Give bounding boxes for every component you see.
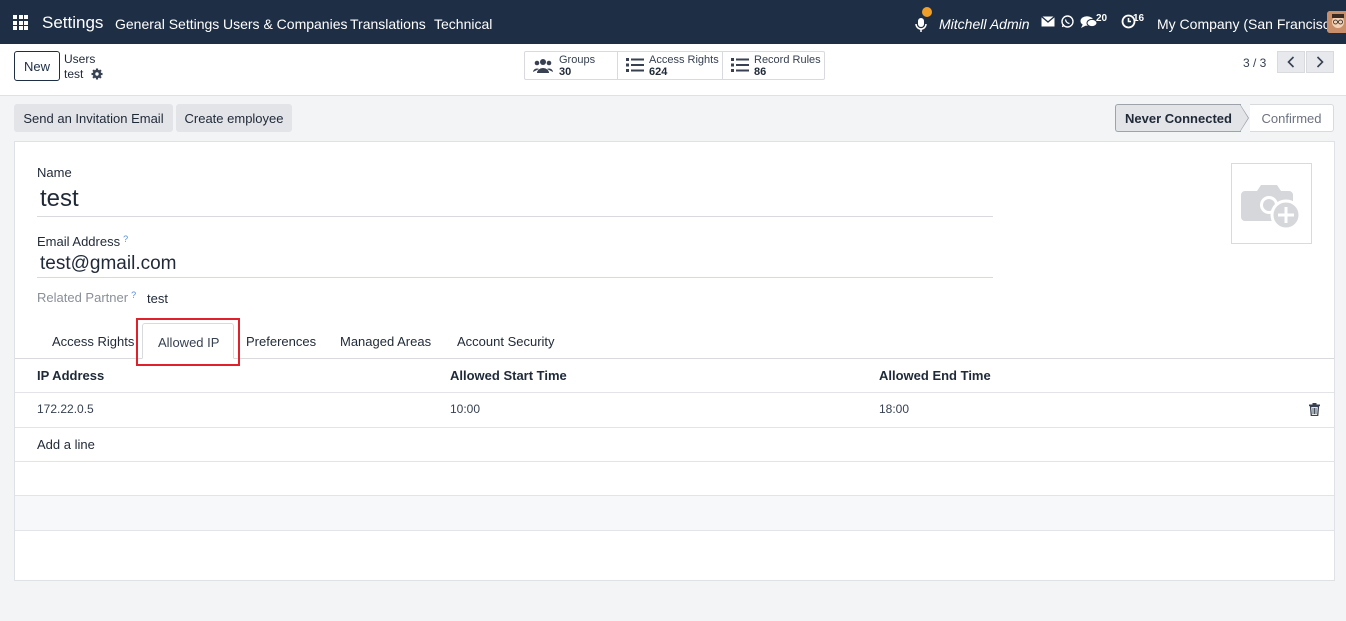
user-photo-upload[interactable] [1231,163,1312,244]
pager-previous-button[interactable] [1277,51,1305,73]
user-avatar[interactable] [1327,11,1346,33]
smart-button-groups[interactable]: Groups 30 [525,52,618,79]
users-icon [533,59,553,73]
app-title[interactable]: Settings [42,13,103,33]
tab-managed-areas[interactable]: Managed Areas [340,334,431,349]
smart-button-record-rules[interactable]: Record Rules 86 [723,52,824,79]
activities-count-badge: 16 [1133,13,1145,24]
row-divider [15,530,1334,531]
smart-button-value: 86 [754,66,767,78]
email-field[interactable]: test@gmail.com [40,253,177,275]
menu-translations[interactable]: Translations [350,16,426,32]
email-field-underline [37,277,993,278]
email-label: Email Address? [37,234,128,249]
status-never-connected[interactable]: Never Connected [1115,104,1241,132]
tab-account-security[interactable]: Account Security [457,334,555,349]
name-field[interactable]: test [40,185,79,213]
status-confirmed[interactable]: Confirmed [1250,104,1334,132]
pager-next-button[interactable] [1306,51,1334,73]
smart-button-label: Record Rules [754,54,821,66]
menu-general-settings[interactable]: General Settings [115,16,219,32]
email-icon[interactable] [1041,16,1055,27]
list-icon [626,58,644,72]
chevron-right-icon [1316,56,1324,68]
list-icon [731,58,749,72]
send-invitation-email-button[interactable]: Send an Invitation Email [14,104,173,132]
row-divider [15,461,1334,462]
related-partner-link[interactable]: test [147,291,168,306]
smart-button-value: 30 [559,66,572,78]
menu-technical[interactable]: Technical [434,16,492,32]
recording-indicator [922,7,932,17]
row-divider [15,427,1334,428]
trash-icon[interactable] [1309,403,1320,416]
gear-icon[interactable] [91,68,103,80]
smart-buttons: Groups 30 Access Rights 624 Record Rules… [524,51,825,80]
smart-button-value: 624 [649,66,668,78]
whatsapp-icon[interactable] [1061,15,1074,28]
current-user-name[interactable]: Mitchell Admin [939,16,1030,32]
help-tooltip-icon[interactable]: ? [131,290,136,300]
column-header-end-time[interactable]: Allowed End Time [879,368,991,383]
related-partner-label-text: Related Partner [37,290,129,305]
name-field-underline [37,216,993,217]
cell-end-time[interactable]: 18:00 [879,402,909,416]
top-navbar: Settings General Settings Users & Compan… [0,0,1346,44]
status-arrow-fill [1240,105,1248,131]
add-a-line-link[interactable]: Add a line [37,437,95,452]
empty-row [15,496,1334,530]
breadcrumb-users[interactable]: Users [64,52,95,66]
smart-button-label: Access Rights [649,54,719,66]
camera-add-icon [1240,184,1301,230]
apps-menu-icon[interactable] [13,15,28,30]
column-header-ip-address[interactable]: IP Address [37,368,104,383]
messages-count-badge: 20 [1096,13,1108,24]
pager-value[interactable]: 3 / 3 [1243,56,1266,70]
cell-start-time[interactable]: 10:00 [450,402,480,416]
cell-ip-address[interactable]: 172.22.0.5 [37,402,94,416]
column-header-start-time[interactable]: Allowed Start Time [450,368,567,383]
chevron-left-icon [1287,56,1295,68]
menu-users-companies[interactable]: Users & Companies [223,16,348,32]
related-partner-label: Related Partner? [37,290,136,305]
allowed-ip-tab-highlight [136,318,240,366]
help-tooltip-icon[interactable]: ? [123,234,128,244]
breadcrumb-current: test [64,67,84,81]
name-label: Name [37,165,72,180]
create-employee-button[interactable]: Create employee [176,104,292,132]
company-switcher[interactable]: My Company (San Francisco) [1157,16,1342,32]
smart-button-label: Groups [559,54,596,66]
smart-button-access-rights[interactable]: Access Rights 624 [618,52,723,79]
header-divider [15,392,1334,393]
tab-preferences[interactable]: Preferences [246,334,316,349]
new-record-button[interactable]: New [14,51,60,81]
control-panel: New Users test Groups 30 Access Rights 6… [0,44,1346,96]
tab-access-rights[interactable]: Access Rights [52,334,134,349]
email-label-text: Email Address [37,234,121,249]
